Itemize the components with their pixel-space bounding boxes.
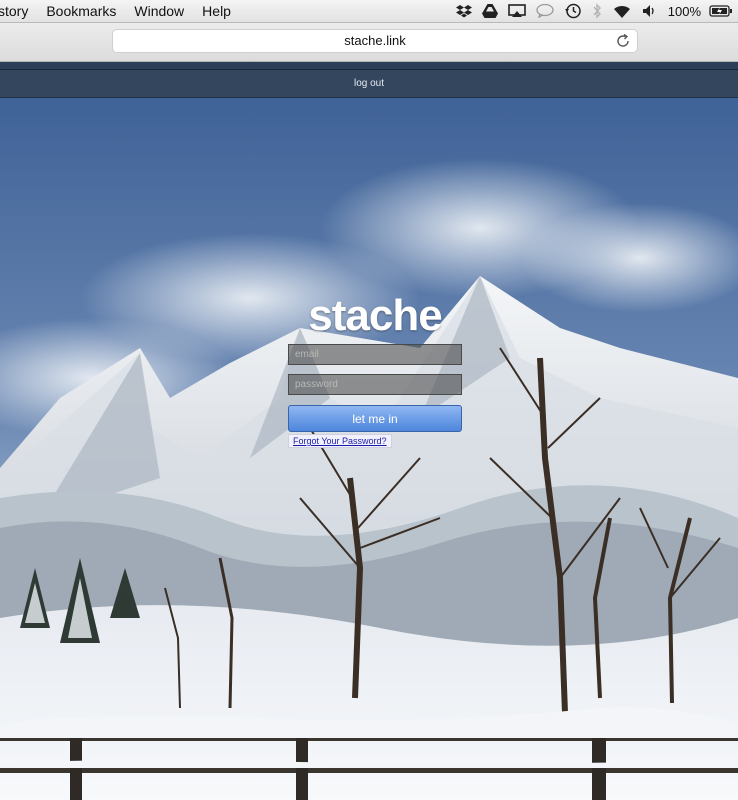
time-machine-icon[interactable] xyxy=(564,3,582,19)
logout-link[interactable]: log out xyxy=(354,78,384,89)
login-button[interactable]: let me in xyxy=(288,405,462,432)
google-drive-icon[interactable] xyxy=(481,4,498,18)
nav-bar: log out xyxy=(0,70,738,98)
dropbox-icon[interactable] xyxy=(455,4,472,18)
wifi-icon[interactable] xyxy=(612,4,632,19)
menu-history[interactable]: story xyxy=(0,0,37,22)
background-image xyxy=(0,98,738,800)
volume-icon[interactable] xyxy=(642,4,658,18)
url-text: stache.link xyxy=(344,33,406,48)
menu-help[interactable]: Help xyxy=(193,0,240,22)
password-input[interactable] xyxy=(288,374,462,395)
airplay-icon[interactable] xyxy=(507,4,526,18)
battery-percent: 100% xyxy=(667,3,701,19)
status-area: 100% xyxy=(451,0,738,22)
menu-bar: story Bookmarks Window Help 100% xyxy=(0,0,738,23)
menu-bookmarks[interactable]: Bookmarks xyxy=(37,0,125,22)
bluetooth-icon[interactable] xyxy=(592,3,602,19)
reload-icon[interactable] xyxy=(615,33,631,49)
battery-icon[interactable] xyxy=(709,4,733,18)
menu-window[interactable]: Window xyxy=(125,0,193,22)
browser-toolbar: stache.link xyxy=(0,23,738,62)
messages-icon[interactable] xyxy=(536,4,554,18)
forgot-password-link[interactable]: Forgot Your Password? xyxy=(288,434,392,448)
address-bar[interactable]: stache.link xyxy=(113,30,637,52)
email-input[interactable] xyxy=(288,344,462,365)
brand-title: stache xyxy=(308,291,442,340)
page-top-strip xyxy=(0,62,738,70)
page-content: log out stache email let me in Forgot Yo… xyxy=(0,62,738,800)
